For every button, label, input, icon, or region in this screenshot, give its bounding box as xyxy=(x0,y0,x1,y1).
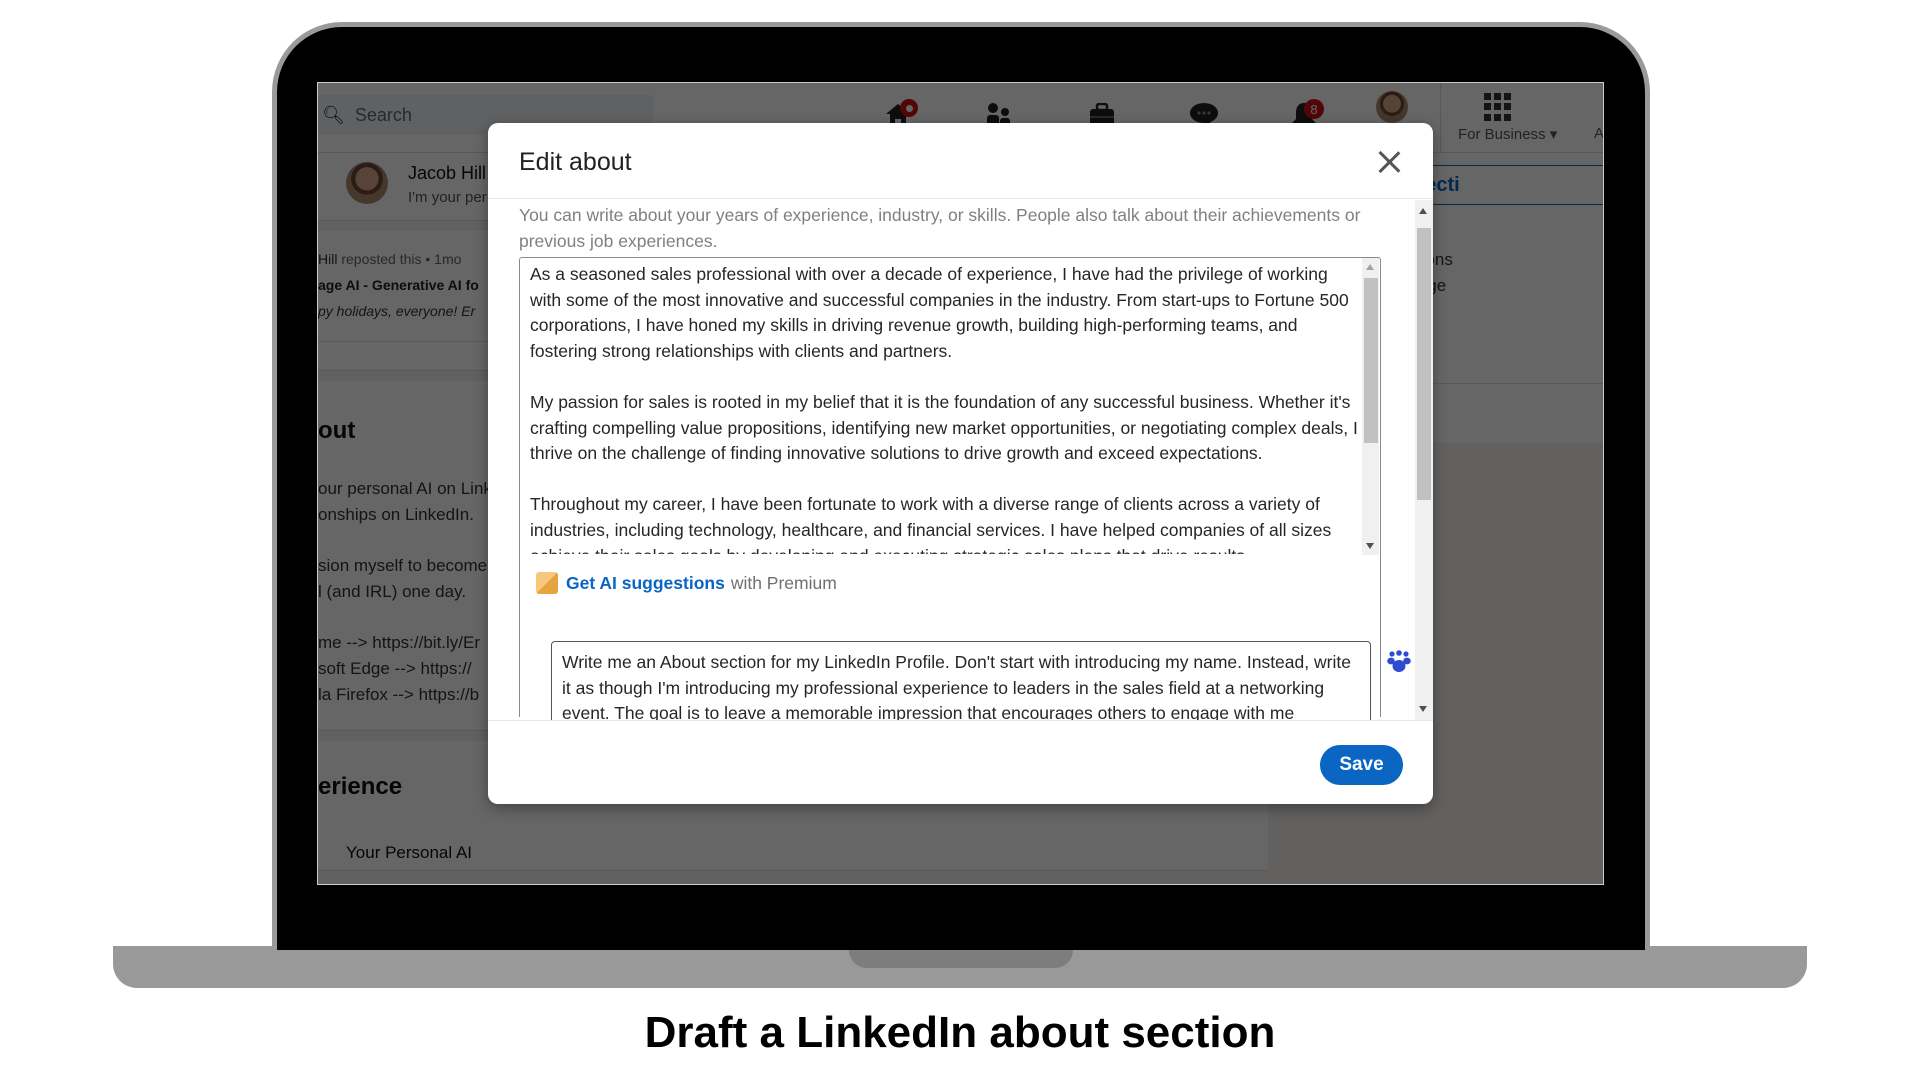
about-textarea[interactable]: As a seasoned sales professional with ov… xyxy=(530,262,1358,554)
ai-suggestions-row: Get AI suggestions with Premium xyxy=(536,572,837,594)
scroll-down-arrow-icon[interactable] xyxy=(1419,706,1427,712)
slide-caption: Draft a LinkedIn about section xyxy=(644,1008,1276,1057)
about-field-container: As a seasoned sales professional with ov… xyxy=(519,257,1411,720)
team-icon[interactable] xyxy=(1386,650,1412,674)
get-ai-suggestions-link[interactable]: Get AI suggestions xyxy=(566,573,725,594)
save-button[interactable]: Save xyxy=(1320,745,1403,785)
dialog-body: You can write about your years of experi… xyxy=(488,200,1433,720)
dialog-footer: Save xyxy=(488,720,1433,804)
edit-about-dialog: Edit about You can write about your year… xyxy=(488,123,1433,804)
ai-prompt-input[interactable]: Write me an About section for my LinkedI… xyxy=(551,641,1371,720)
dialog-title: Edit about xyxy=(519,148,632,176)
close-icon[interactable] xyxy=(1374,147,1404,177)
about-textarea-scrollbar[interactable] xyxy=(1362,258,1379,555)
scrollbar-thumb[interactable] xyxy=(1417,228,1431,500)
scroll-up-arrow-icon[interactable] xyxy=(1419,208,1427,214)
dialog-scrollbar[interactable] xyxy=(1415,200,1433,720)
with-premium-text: with Premium xyxy=(730,572,837,593)
dialog-header: Edit about xyxy=(488,123,1433,199)
slide: 🔍︎ Search 8 xyxy=(0,0,1920,1080)
scrollbar-thumb[interactable] xyxy=(1364,278,1378,443)
scroll-up-arrow-icon[interactable] xyxy=(1366,264,1374,270)
scroll-down-arrow-icon[interactable] xyxy=(1366,543,1374,549)
about-hint-text: You can write about your years of experi… xyxy=(519,205,1361,251)
premium-icon xyxy=(536,572,558,594)
